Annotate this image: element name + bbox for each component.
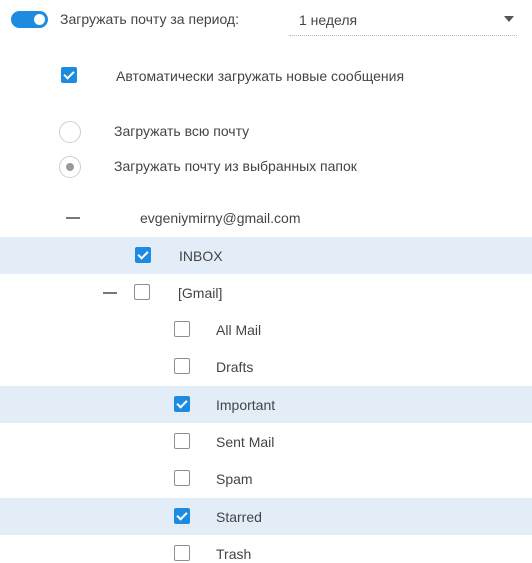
- folder-label: Trash: [216, 546, 252, 562]
- folder-checkbox[interactable]: [174, 396, 190, 412]
- folder-row-spam[interactable]: Spam: [0, 460, 532, 497]
- folder-checkbox[interactable]: [174, 433, 190, 449]
- folder-label: Starred: [216, 509, 262, 525]
- period-select-value: 1 неделя: [299, 12, 358, 28]
- folder-label: Important: [216, 397, 276, 413]
- folder-checkbox[interactable]: [174, 321, 190, 337]
- folder-row-sent-mail[interactable]: Sent Mail: [0, 423, 532, 460]
- account-email: evgeniymirny@gmail.com: [140, 210, 301, 226]
- folder-row-drafts[interactable]: Drafts: [0, 348, 532, 385]
- folder-label: Spam: [216, 471, 253, 487]
- folder-label: Sent Mail: [216, 434, 275, 450]
- folder-checkbox[interactable]: [174, 470, 190, 486]
- folder-label: Drafts: [216, 359, 254, 375]
- folder-checkbox[interactable]: [174, 358, 190, 374]
- load-selected-label: Загружать почту из выбранных папок: [114, 158, 357, 174]
- auto-load-checkbox[interactable]: [61, 67, 77, 83]
- folder-label: All Mail: [216, 322, 262, 338]
- chevron-down-icon[interactable]: [504, 16, 514, 22]
- folder-label: INBOX: [179, 248, 223, 264]
- collapse-gmail-icon[interactable]: [103, 292, 117, 294]
- period-toggle[interactable]: [11, 11, 48, 28]
- folder-row-inbox[interactable]: INBOX: [0, 237, 532, 274]
- auto-load-label: Автоматически загружать новые сообщения: [116, 68, 405, 84]
- period-label: Загружать почту за период:: [60, 11, 239, 27]
- folder-checkbox[interactable]: [174, 545, 190, 561]
- folder-checkbox[interactable]: [135, 247, 151, 263]
- folder-row-gmail[interactable]: [Gmail]: [0, 274, 532, 311]
- load-all-label: Загружать всю почту: [114, 123, 250, 139]
- folder-row-trash[interactable]: Trash: [0, 535, 532, 562]
- folder-row-all-mail[interactable]: All Mail: [0, 311, 532, 348]
- period-select[interactable]: 1 неделя: [289, 3, 517, 36]
- folder-row-starred[interactable]: Starred: [0, 498, 532, 535]
- folder-label: [Gmail]: [178, 285, 223, 301]
- toggle-knob: [34, 14, 45, 25]
- folder-checkbox[interactable]: [174, 508, 190, 524]
- load-all-radio[interactable]: [59, 121, 81, 143]
- folder-checkbox[interactable]: [134, 284, 150, 300]
- collapse-account-icon[interactable]: [66, 217, 80, 219]
- load-selected-radio[interactable]: [59, 156, 81, 178]
- folder-row-important[interactable]: Important: [0, 386, 532, 423]
